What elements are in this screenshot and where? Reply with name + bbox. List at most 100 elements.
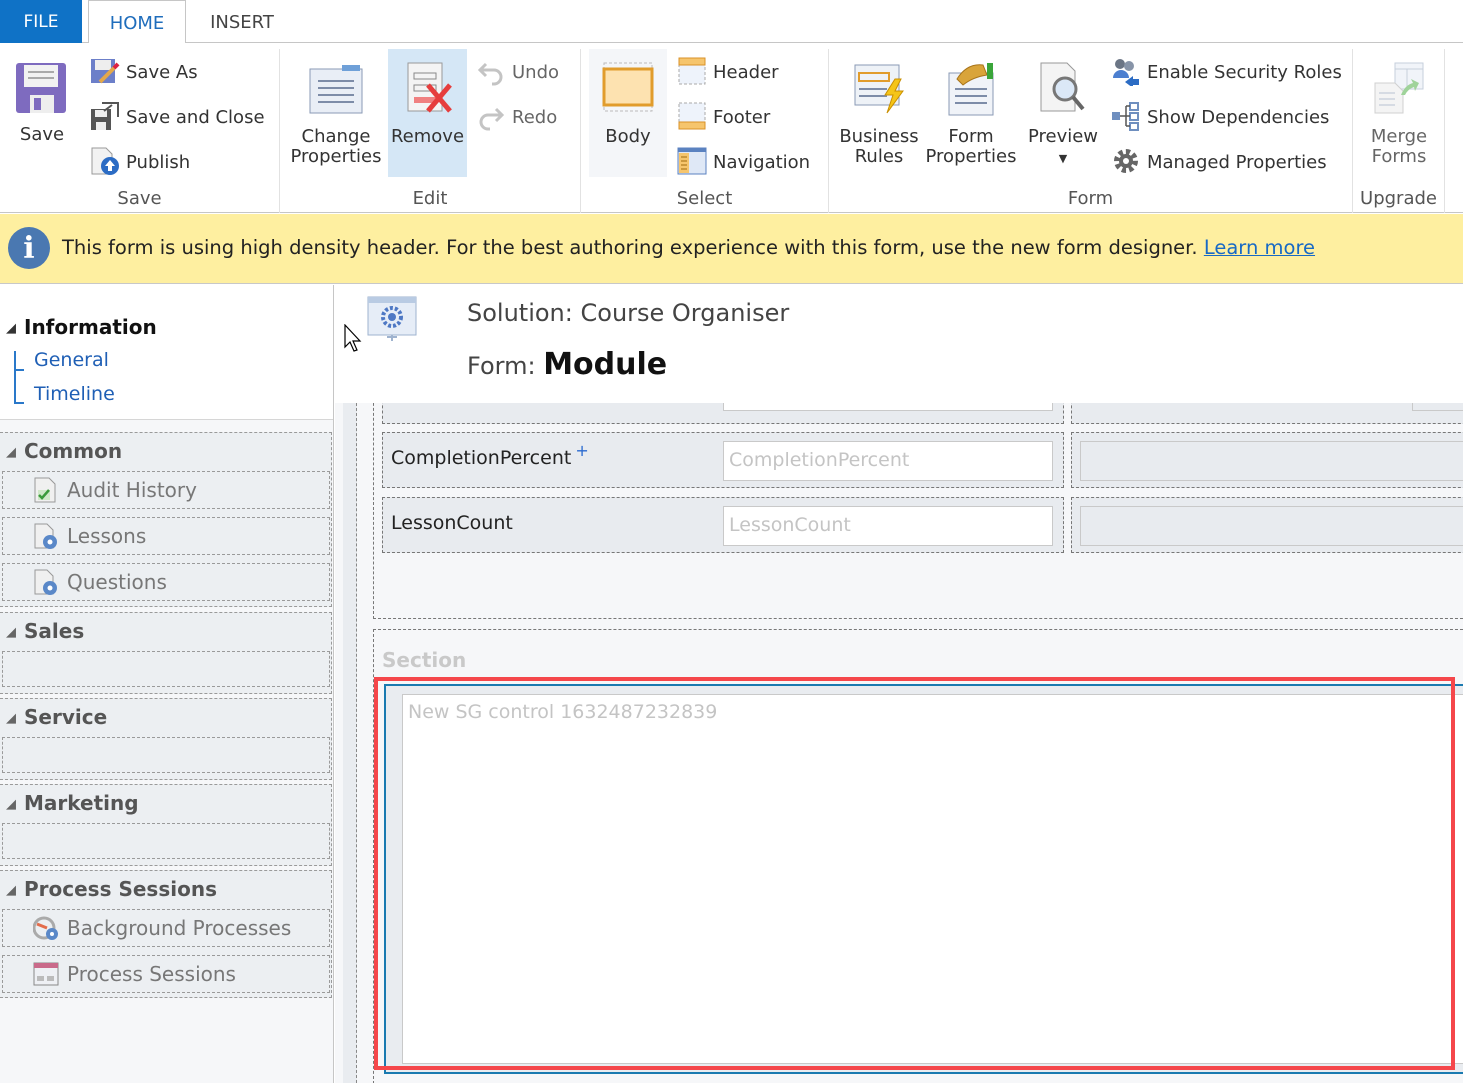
header-icon bbox=[677, 56, 707, 86]
owner-input[interactable]: Owner bbox=[723, 403, 1053, 411]
subgrid-label: New SG control 1632487232839 bbox=[408, 701, 718, 723]
nav-item-background-processes[interactable]: Background Processes bbox=[2, 909, 330, 947]
header-label: Header bbox=[713, 62, 779, 83]
remove-button[interactable]: Remove bbox=[388, 49, 467, 177]
preview-label: Preview bbox=[1027, 126, 1099, 147]
nav-group-process-sessions-title: Process Sessions bbox=[24, 877, 217, 901]
nav-item-label: Background Processes bbox=[67, 916, 292, 940]
form-header: Solution: Course Organiser Form: Module bbox=[335, 285, 1463, 403]
tab-home[interactable]: HOME bbox=[88, 0, 186, 44]
select-group-label: Select bbox=[676, 188, 733, 209]
navigation-icon bbox=[677, 146, 707, 176]
nav-group-common-header[interactable]: ◢ Common bbox=[6, 439, 122, 463]
nav-group-marketing-title: Marketing bbox=[24, 791, 139, 815]
solution-label: Solution: bbox=[467, 299, 573, 327]
tree-line bbox=[14, 351, 16, 403]
enable-security-roles-button[interactable]: Enable Security Roles bbox=[1111, 53, 1342, 93]
learn-more-link[interactable]: Learn more bbox=[1204, 236, 1315, 259]
tab-insert[interactable]: INSERT bbox=[190, 0, 294, 43]
body-button[interactable]: Body bbox=[589, 49, 667, 177]
managed-properties-button[interactable]: Managed Properties bbox=[1111, 143, 1327, 183]
navigation-button[interactable]: Navigation bbox=[677, 143, 810, 183]
header-button[interactable]: Header bbox=[677, 53, 779, 93]
field-cell-lesson-count[interactable]: LessonCount LessonCount bbox=[382, 497, 1064, 553]
ribbon-group-upgrade: Merge Forms Upgrade bbox=[1353, 49, 1445, 213]
dependencies-icon bbox=[1111, 101, 1141, 131]
business-rules-icon bbox=[851, 59, 907, 119]
publish-label: Publish bbox=[126, 152, 191, 173]
show-dependencies-button[interactable]: Show Dependencies bbox=[1111, 98, 1329, 138]
lesson-count-input[interactable]: LessonCount bbox=[723, 506, 1053, 546]
audit-history-icon bbox=[33, 476, 59, 504]
save-as-icon bbox=[90, 56, 120, 86]
form-properties-button[interactable]: Form Properties bbox=[923, 49, 1019, 177]
business-rules-label-2: Rules bbox=[854, 146, 904, 167]
nav-group-process-sessions-header[interactable]: ◢ Process Sessions bbox=[6, 877, 217, 901]
tab-file[interactable]: FILE bbox=[0, 0, 82, 43]
footer-icon bbox=[677, 101, 707, 131]
nav-group-process-sessions: ◢ Process Sessions Background Processes P… bbox=[0, 870, 332, 998]
redo-button[interactable]: Redo bbox=[476, 98, 557, 138]
save-and-close-button[interactable]: Save and Close bbox=[90, 98, 265, 138]
nav-empty-slot bbox=[2, 651, 330, 687]
section-frame[interactable]: Section New SG control 1632487232839 bbox=[373, 629, 1463, 1083]
canvas-left-gutter bbox=[343, 403, 357, 1083]
ribbon-tab-bar: FILE HOME INSERT bbox=[0, 0, 1463, 44]
subgrid-placeholder[interactable]: New SG control 1632487232839 bbox=[402, 694, 1463, 1064]
edit-group-label: Edit bbox=[412, 188, 448, 209]
save-as-button[interactable]: Save As bbox=[90, 53, 198, 93]
publish-button[interactable]: Publish bbox=[90, 143, 190, 183]
nav-information-header[interactable]: ◢ Information bbox=[6, 315, 157, 339]
completion-percent-input[interactable]: CompletionPercent bbox=[723, 441, 1053, 481]
nav-item-process-sessions[interactable]: Process Sessions bbox=[2, 955, 330, 993]
save-button[interactable]: Save bbox=[4, 49, 80, 177]
solution-value: Course Organiser bbox=[580, 299, 790, 327]
nav-group-sales-header[interactable]: ◢ Sales bbox=[6, 619, 84, 643]
form-value: Module bbox=[543, 347, 668, 382]
remove-label: Remove bbox=[390, 126, 465, 147]
show-dependencies-label: Show Dependencies bbox=[1147, 107, 1330, 128]
nav-item-audit-history[interactable]: Audit History bbox=[2, 471, 330, 509]
nav-item-label: Lessons bbox=[67, 524, 147, 548]
form-name: Form: Module bbox=[467, 347, 667, 382]
collapse-triangle-icon: ◢ bbox=[6, 711, 16, 726]
nav-item-questions[interactable]: Questions bbox=[2, 563, 330, 601]
nav-link-timeline[interactable]: Timeline bbox=[34, 383, 115, 405]
gear-icon bbox=[1111, 146, 1141, 176]
nav-item-label: Audit History bbox=[67, 478, 197, 502]
ribbon-group-save: Save Save As Save and Close Publish Save bbox=[0, 49, 280, 213]
nav-link-general[interactable]: General bbox=[34, 349, 109, 371]
nav-item-lessons[interactable]: Lessons bbox=[2, 517, 330, 555]
upgrade-group-label: Upgrade bbox=[1360, 188, 1437, 209]
footer-button[interactable]: Footer bbox=[677, 98, 770, 138]
nav-group-service-header[interactable]: ◢ Service bbox=[6, 705, 107, 729]
undo-button[interactable]: Undo bbox=[476, 53, 559, 93]
managed-properties-label: Managed Properties bbox=[1147, 152, 1327, 173]
undo-label: Undo bbox=[512, 62, 560, 83]
preview-button[interactable]: Preview ▼ bbox=[1023, 49, 1103, 177]
form-properties-icon bbox=[943, 59, 999, 119]
collapse-triangle-icon: ◢ bbox=[6, 625, 16, 640]
nav-group-sales-title: Sales bbox=[24, 619, 85, 643]
business-rules-label-1: Business bbox=[839, 126, 919, 147]
security-roles-icon bbox=[1111, 56, 1141, 88]
field-cell-completion-percent[interactable]: CompletionPercent + CompletionPercent bbox=[382, 432, 1064, 488]
subgrid-control[interactable]: New SG control 1632487232839 bbox=[384, 684, 1463, 1074]
remove-icon bbox=[400, 59, 456, 119]
field-cell-owner[interactable]: Owner Owner bbox=[382, 403, 1064, 424]
banner-text: This form is using high density header. … bbox=[62, 236, 1198, 259]
change-properties-button[interactable]: Change Properties bbox=[288, 49, 384, 177]
field-label-text: LessonCount bbox=[391, 512, 513, 534]
solution-name: Solution: Course Organiser bbox=[467, 299, 789, 327]
merge-forms-button[interactable]: Merge Forms bbox=[1357, 49, 1441, 177]
nav-group-marketing-header[interactable]: ◢ Marketing bbox=[6, 791, 139, 815]
mouse-pointer-icon bbox=[344, 323, 364, 354]
nav-group-common: ◢ Common Audit History Lessons Questions bbox=[0, 432, 332, 607]
form-properties-label-1: Form bbox=[948, 126, 994, 147]
recommended-indicator: + bbox=[575, 441, 589, 460]
preview-dropdown-icon[interactable]: ▼ bbox=[1059, 152, 1067, 165]
nav-empty-slot bbox=[2, 737, 330, 773]
field-cell-empty bbox=[1071, 432, 1463, 488]
process-sessions-icon bbox=[33, 960, 59, 988]
business-rules-button[interactable]: Business Rules bbox=[837, 49, 921, 177]
